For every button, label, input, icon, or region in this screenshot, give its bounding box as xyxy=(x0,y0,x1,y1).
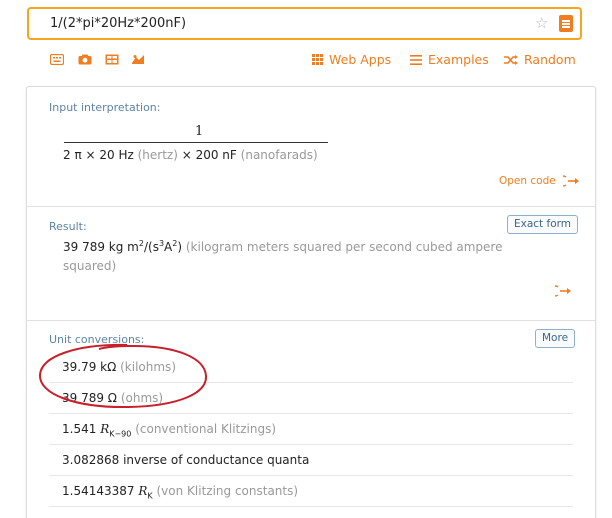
exact-form-button[interactable]: Exact form xyxy=(507,215,578,234)
random-label: Random xyxy=(524,52,576,67)
pod-title: Input interpretation: xyxy=(49,101,161,114)
list-icon xyxy=(410,55,422,65)
examples-link[interactable]: Examples xyxy=(410,52,489,68)
conversion-text: 1.54143387 RK (von Klitzing constants) xyxy=(62,484,298,500)
conversion-text: 39.79 kΩ (kilohms) xyxy=(62,360,176,374)
conversion-symbol: R xyxy=(100,422,110,436)
conversion-value: 3.082868 inverse of conductance quanta xyxy=(62,453,310,467)
open-code-link[interactable]: Open code xyxy=(499,175,581,187)
conversion-text: 1.541 RK−90 (conventional Klitzings) xyxy=(62,422,276,438)
open-code-icon xyxy=(563,175,580,187)
result-value: 39 789 kg m2/(s3A2) (kilogram meters squ… xyxy=(63,234,543,276)
conversion-value: 1.541 xyxy=(62,422,97,436)
conversion-row: 39.79 kΩ (kilohms) xyxy=(49,352,573,383)
unit-conversions-pod: Unit conversions: More 39.79 kΩ (kilohms… xyxy=(27,320,595,518)
star-icon[interactable]: ☆ xyxy=(535,14,548,32)
keyboard-icon[interactable] xyxy=(50,54,64,65)
conversion-text: 39 789 Ω (ohms) xyxy=(62,391,163,405)
conversion-row: 1.54143387 RK (von Klitzing constants) xyxy=(49,476,573,507)
web-apps-label: Web Apps xyxy=(329,52,392,67)
compute-icon[interactable] xyxy=(559,15,573,32)
conversion-desc: (von Klitzing constants) xyxy=(156,484,299,498)
shuffle-icon xyxy=(504,55,518,65)
result-mid: /(s xyxy=(143,240,159,254)
result-pod: Result: Exact form 39 789 kg m2/(s3A2) (… xyxy=(27,206,595,320)
pod-title: Unit conversions: xyxy=(49,333,145,346)
table-icon[interactable] xyxy=(105,54,119,65)
conversion-desc: (conventional Klitzings) xyxy=(135,422,277,436)
input-interpretation-pod: Input interpretation: 1 2 π × 20 Hz (her… xyxy=(27,87,595,206)
conversion-desc: (ohms) xyxy=(120,391,164,405)
fraction-numerator: 1 xyxy=(195,124,204,139)
conversion-text: 3.082868 inverse of conductance quanta xyxy=(62,453,309,467)
extended-keyboard-icon[interactable] xyxy=(131,54,145,65)
den-unit-hertz: (hertz) xyxy=(137,148,178,162)
examples-label: Examples xyxy=(428,52,489,67)
search-input[interactable] xyxy=(29,9,529,38)
grid-icon xyxy=(312,54,323,65)
camera-icon[interactable] xyxy=(78,54,92,65)
den-main: 2 π × 20 Hz xyxy=(63,148,134,162)
den-unit-nanofarads: (nanofarads) xyxy=(240,148,318,162)
conversion-subscript: K xyxy=(147,491,153,501)
conversion-desc: (kilohms) xyxy=(120,360,176,374)
conversion-row: 39 789 Ω (ohms) xyxy=(49,383,573,414)
result-close: ) xyxy=(177,240,183,254)
conversion-value: 39 789 Ω xyxy=(62,391,117,405)
random-link[interactable]: Random xyxy=(504,52,576,68)
result-number: 39 789 kg m xyxy=(63,240,139,254)
pod-title: Result: xyxy=(49,220,87,233)
share-icon[interactable] xyxy=(555,285,573,297)
results-card: Input interpretation: 1 2 π × 20 Hz (her… xyxy=(26,86,596,518)
conversion-value: 39.79 kΩ xyxy=(62,360,117,374)
conversion-row: 3.082868 inverse of conductance quanta xyxy=(49,445,573,476)
more-button[interactable]: More xyxy=(535,329,576,348)
search-bar: ☆ xyxy=(27,7,582,40)
fraction-bar xyxy=(64,142,328,143)
open-code-label: Open code xyxy=(499,175,556,187)
conversion-value: 1.54143387 xyxy=(62,484,135,498)
conversion-row: 1.541 RK−90 (conventional Klitzings) xyxy=(49,414,573,445)
fraction-denominator: 2 π × 20 Hz (hertz) × 200 nF (nanofarads… xyxy=(63,148,318,162)
conversion-subscript: K−90 xyxy=(109,429,132,439)
web-apps-link[interactable]: Web Apps xyxy=(312,52,391,68)
den-times: × 200 nF xyxy=(181,148,237,162)
